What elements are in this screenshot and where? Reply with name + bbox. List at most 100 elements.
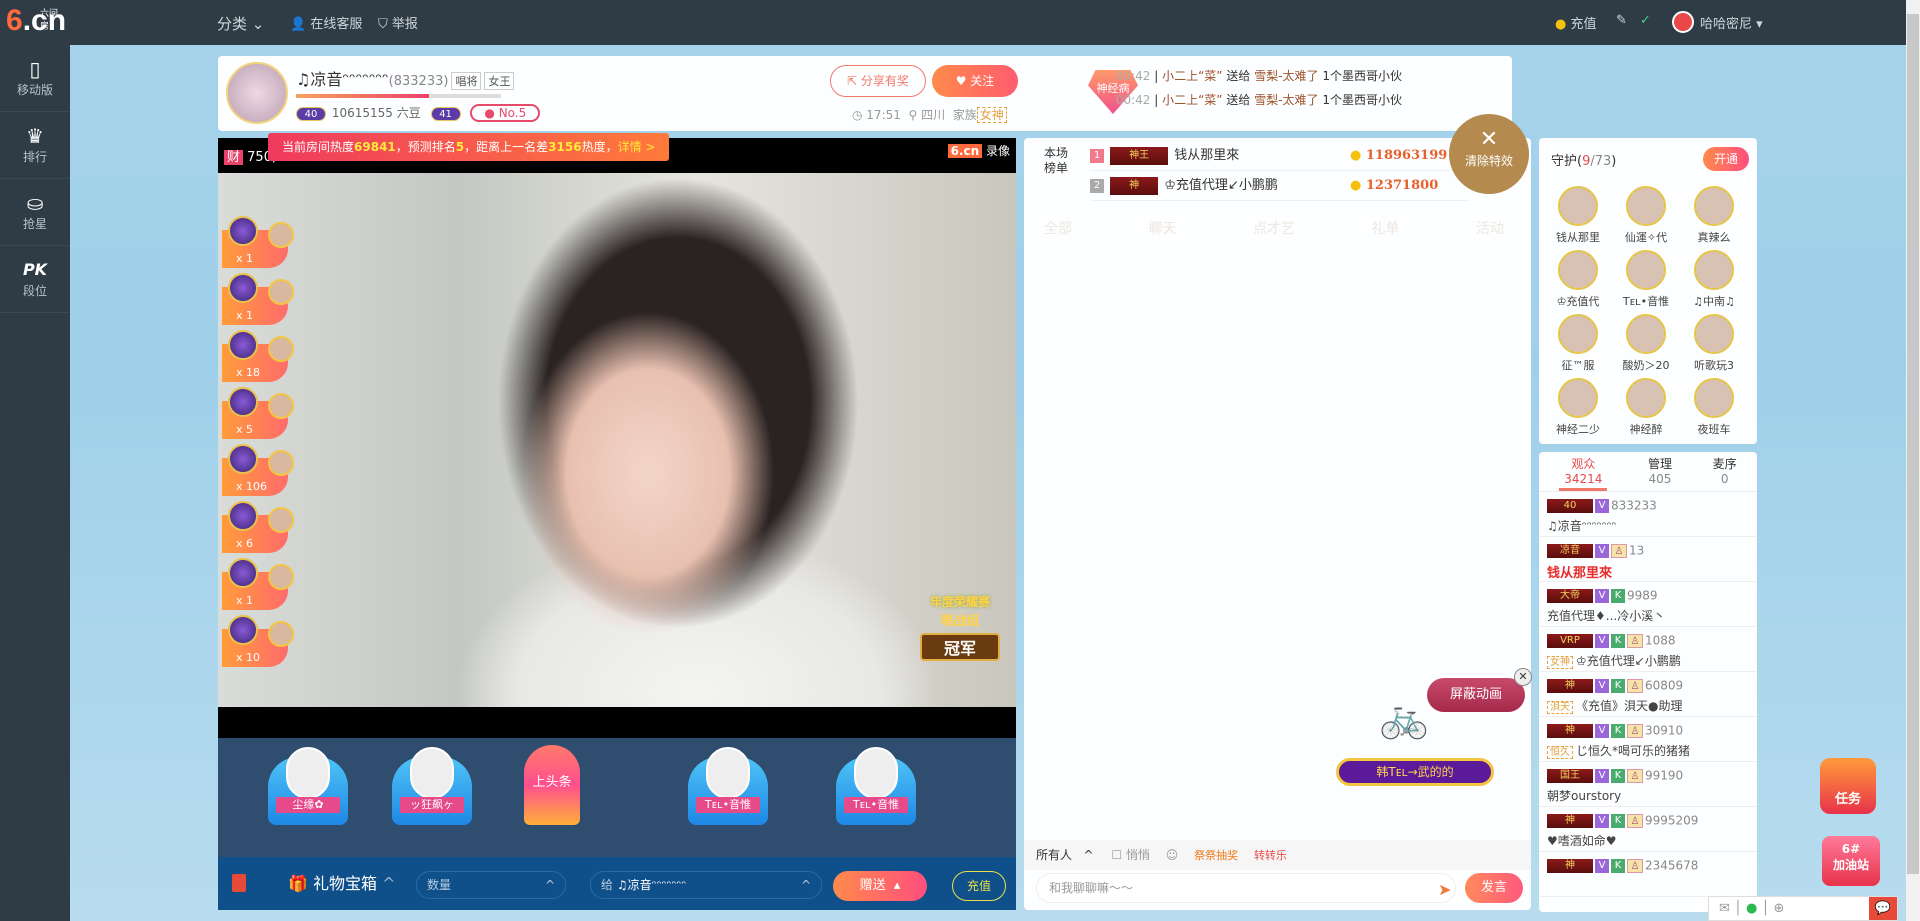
coin-icon: ● — [1350, 178, 1362, 193]
open-guard-button[interactable]: 开通 — [1703, 147, 1749, 171]
sidebar-item-ranking[interactable]: ♛ 排行 — [0, 112, 70, 179]
send-gift-button[interactable]: 赠送 ▴ — [833, 871, 927, 901]
heat-detail-link[interactable]: 详情 > — [618, 140, 656, 154]
top-bar: 6.cn 六间房 分类 ⌄ 👤 在线客服 ⛉ 举报 ● 充值 ✎ ✓ 哈哈密尼 ▾ — [0, 0, 1906, 45]
seat[interactable]: ッ狂飙ヶ — [384, 747, 480, 837]
lottery-button[interactable]: 祭祭抽奖 — [1194, 849, 1238, 862]
page-scrollbar[interactable] — [1906, 0, 1920, 921]
check-icon[interactable]: ● — [1746, 901, 1757, 916]
seat[interactable]: Tᴇʟ•音惟 — [828, 747, 924, 837]
follow-button[interactable]: ♥ 关注 — [932, 65, 1018, 97]
audience-row[interactable]: 国王 V K ♙ 99190 朝梦ourstory — [1539, 762, 1757, 807]
guard-member[interactable]: 神经二少 — [1545, 378, 1611, 437]
audience-row[interactable]: 40 V 833233 ♫凉音ᵔᵔᵔᵔᵔᵔᵔ — [1539, 492, 1757, 537]
tab-audience[interactable]: 观众 34214 — [1559, 455, 1608, 491]
audience-row[interactable]: 神 V K ♙ 2345678 — [1539, 852, 1757, 897]
video-player[interactable]: 财 750, 6.cn 录像 年度荣耀赛 唱战组 冠军 x 1x 1x 18 x … — [218, 138, 1016, 707]
chat-input[interactable]: 和我聊聊嘛～～ — [1036, 873, 1456, 903]
coin-icon: ● — [1555, 17, 1567, 32]
user-menu[interactable]: 哈哈密尼 ▾ — [1700, 13, 1763, 32]
guard-member[interactable]: 夜班车 — [1681, 378, 1747, 437]
tab-mic-queue[interactable]: 麦序 0 — [1713, 455, 1737, 491]
gift-box-button[interactable]: 🎁 礼物宝箱 ^ — [288, 870, 396, 894]
chat-toolbar: 所有人 ^ ☐ 悄悄 ☺ 祭祭抽奖 转转乐 — [1024, 840, 1531, 870]
recharge-button[interactable]: 充值 — [952, 871, 1006, 901]
headline-button[interactable]: 上头条 — [524, 745, 580, 825]
seat[interactable]: 尘缘✿ — [260, 747, 356, 837]
chat-bubble-icon[interactable]: 💬 — [1869, 897, 1897, 920]
avatar — [854, 747, 898, 799]
guard-member[interactable]: ♫中南♫ — [1681, 250, 1747, 309]
guard-member[interactable]: 真辣么 — [1681, 186, 1747, 245]
avatar — [1558, 186, 1598, 226]
rank-badge[interactable]: ● No.5 — [470, 104, 541, 122]
tab-activity[interactable]: 活动 — [1476, 218, 1504, 238]
guard-member[interactable]: 钱从那里 — [1545, 186, 1611, 245]
audience-row[interactable]: 大帝 V K 9989 充值代理♦...冷小溪丶 — [1539, 582, 1757, 627]
gift-ranking-item[interactable]: x 1 — [222, 216, 294, 268]
guard-member[interactable]: ♔充值代 — [1545, 250, 1611, 309]
tab-all[interactable]: 全部 — [1044, 218, 1072, 238]
audience-row[interactable]: VRP V K ♙ 1088 女神 ♔充值代理↙小鹏鹏 — [1539, 627, 1757, 672]
sidebar-item-mobile[interactable]: ▯ 移动版 — [0, 45, 70, 112]
guard-member[interactable]: 听歌玩3 — [1681, 314, 1747, 373]
task-button[interactable]: 任务 — [1820, 758, 1876, 814]
guard-member[interactable]: 神经醉 — [1613, 378, 1679, 437]
gift-ranking-item[interactable]: x 18 — [222, 330, 294, 382]
ranking-row[interactable]: 2 神 ♔充值代理↙小鹏鹏 ● 12371800 — [1090, 173, 1470, 201]
check-icon[interactable]: ✓ — [1640, 13, 1651, 28]
guard-member[interactable]: Tᴇʟ•音惟 — [1613, 250, 1679, 309]
logo[interactable]: 6.cn 六间房 — [6, 4, 66, 38]
audience-row[interactable]: 神 V K ♙ 60809 浿天 《充值》浿天●助理 — [1539, 672, 1757, 717]
guard-member[interactable]: 仙運✧代 — [1613, 186, 1679, 245]
sidebar: ▯ 移动版 ♛ 排行 ⛀ 抢星 PK 段位 — [0, 45, 70, 921]
anchor-avatar[interactable] — [226, 62, 288, 124]
ranking-row[interactable]: 1 神王 钱从那里來 ● 118963199 — [1090, 143, 1470, 171]
guard-panel: 守护(9/73) 开通 钱从那里 仙運✧代 真辣么 ♔充值代 Tᴇʟ•音惟 ♫中南♫ 征™服… — [1539, 138, 1757, 444]
whisper-checkbox[interactable]: ☐ 悄悄 — [1111, 848, 1150, 862]
audience-row[interactable]: 神 V K ♙ 30910 恒久 じ恒久*喝可乐的猪猪 — [1539, 717, 1757, 762]
mail-icon[interactable]: ✉ — [1719, 901, 1730, 916]
share-button[interactable]: ⇱ 分享有奖 — [830, 65, 926, 97]
quantity-input[interactable]: 数量 ^ — [416, 871, 566, 899]
gift-badge-icon — [228, 387, 258, 417]
audience-row[interactable]: 凉音 V ♙ 13 钱从那里來 — [1539, 537, 1757, 582]
recharge-link[interactable]: ● 充值 — [1555, 13, 1597, 32]
close-icon[interactable]: ✕ — [1514, 668, 1532, 686]
online-service-link[interactable]: 👤 在线客服 — [290, 13, 362, 32]
gift-ranking-item[interactable]: x 6 — [222, 501, 294, 553]
avatar — [268, 222, 294, 248]
tab-admin[interactable]: 管理 405 — [1648, 455, 1672, 491]
report-link[interactable]: ⛉ 举报 — [378, 13, 418, 32]
sidebar-item-pk[interactable]: PK 段位 — [0, 246, 70, 313]
category-menu[interactable]: 分类 ⌄ — [217, 13, 264, 34]
emoji-icon[interactable]: ☺ — [1166, 848, 1179, 862]
wheel-button[interactable]: 转转乐 — [1254, 849, 1287, 862]
gift-ranking-item[interactable]: x 10 — [222, 615, 294, 667]
avatar — [1694, 186, 1734, 226]
tab-gifts[interactable]: 礼单 — [1372, 218, 1400, 238]
seat[interactable]: Tᴇʟ•音惟 — [680, 747, 776, 837]
clear-effects-button[interactable]: ✕ 清除特效 — [1449, 114, 1529, 194]
edit-icon[interactable]: ✎ — [1616, 13, 1627, 28]
tab-talent[interactable]: 点才艺 — [1253, 218, 1295, 238]
tab-chat[interactable]: 聊天 — [1149, 218, 1177, 238]
avatar — [268, 621, 294, 647]
red-envelope-icon[interactable] — [232, 874, 246, 892]
gas-station-button[interactable]: 6# 加油站 — [1822, 836, 1880, 886]
gift-ranking-item[interactable]: x 106 — [222, 444, 294, 496]
target-select[interactable]: 所有人 ^ — [1036, 848, 1094, 862]
audience-row[interactable]: 神 V K ♙ 9995209 ♥嗜酒如命♥ — [1539, 807, 1757, 852]
ranking-label[interactable]: 本场榜单 — [1044, 146, 1068, 176]
gift-ranking-item[interactable]: x 1 — [222, 558, 294, 610]
recipient-select[interactable]: 给 ♫凉音ᵔᵔᵔᵔᵔᵔᵔ ^ — [590, 871, 822, 899]
avatar[interactable] — [1672, 11, 1694, 33]
honor-badge[interactable]: 年度荣耀赛 唱战组 冠军 — [906, 593, 1014, 693]
guard-member[interactable]: 征™服 — [1545, 314, 1611, 373]
gift-ranking-item[interactable]: x 1 — [222, 273, 294, 325]
send-chat-button[interactable]: 发言 — [1465, 873, 1523, 903]
sidebar-item-grab-star[interactable]: ⛀ 抢星 — [0, 179, 70, 246]
zoom-icon[interactable]: ⊕ — [1773, 901, 1784, 916]
gift-ranking-item[interactable]: x 5 — [222, 387, 294, 439]
guard-member[interactable]: 酸奶＞20 — [1613, 314, 1679, 373]
